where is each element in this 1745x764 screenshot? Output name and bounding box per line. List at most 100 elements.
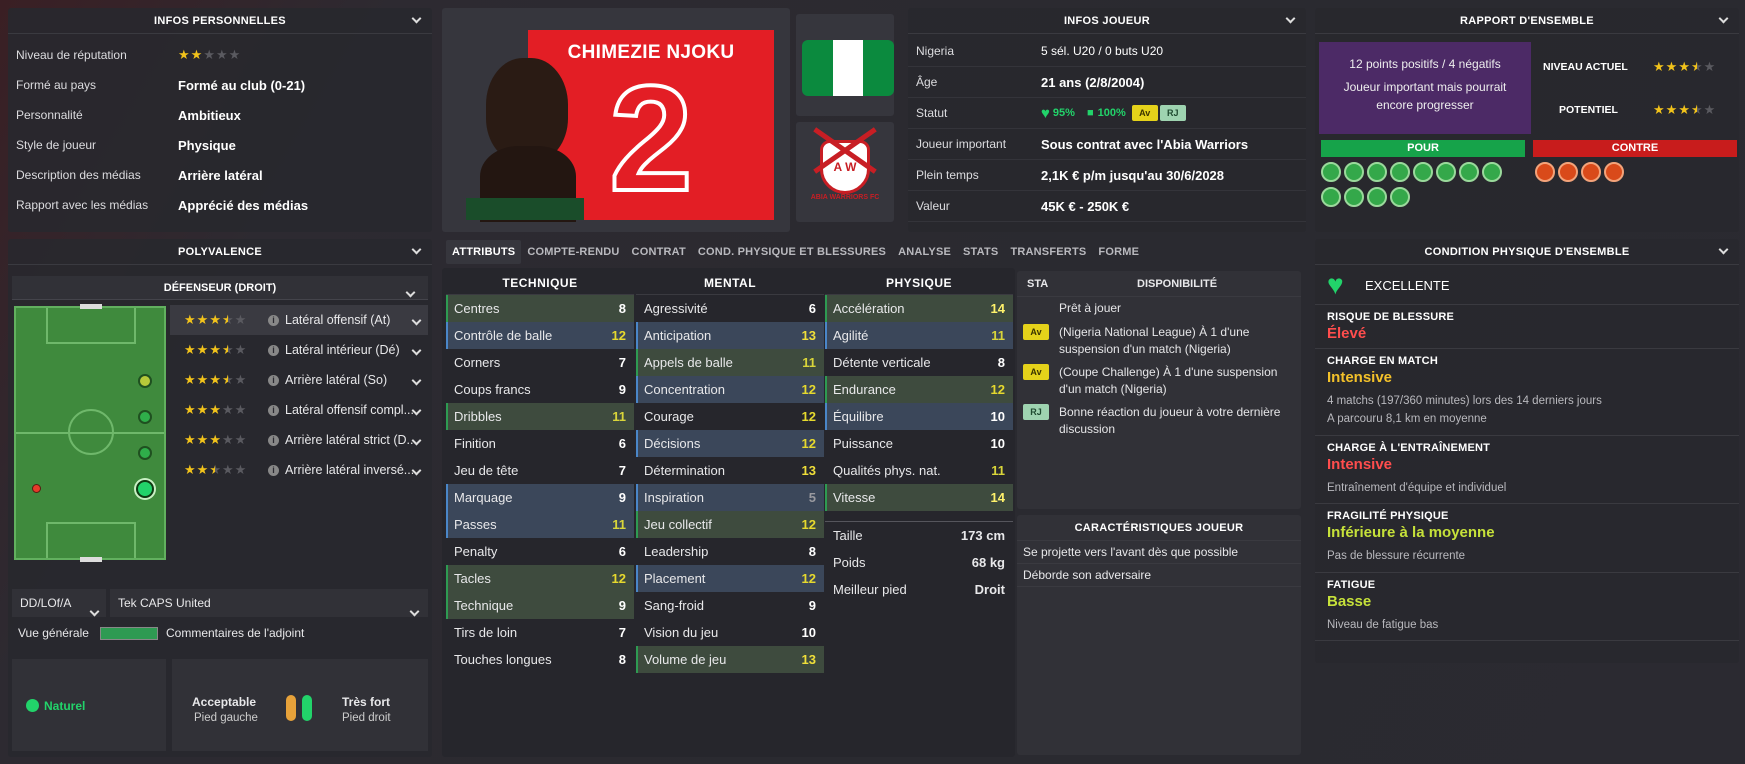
attribute-row[interactable]: Décisions 12 xyxy=(636,430,824,457)
attribute-row[interactable]: Vision du jeu 10 xyxy=(636,619,824,646)
attribute-row[interactable]: Leadership 8 xyxy=(636,538,824,565)
role-row[interactable]: ★ ★ ★ ★ ★ i Latéral intérieur (Dé) xyxy=(170,335,428,365)
info-icon[interactable]: i xyxy=(268,434,279,446)
assistant-comments-link[interactable]: Commentaires de l'adjoint xyxy=(166,626,304,640)
tab-5[interactable]: STATS xyxy=(957,240,1004,264)
strength-icon[interactable] xyxy=(1413,162,1433,182)
role-row[interactable]: ★ ★ ★ ★ ★ i Arrière latéral inversé... xyxy=(170,455,428,485)
star-icon: ★ xyxy=(196,312,209,327)
attribute-row[interactable]: Sang-froid 9 xyxy=(636,592,824,619)
weakness-icon[interactable] xyxy=(1558,162,1578,182)
personal-header[interactable]: INFOS PERSONNELLES xyxy=(8,8,432,34)
attribute-row[interactable]: Jeu de tête 7 xyxy=(446,457,634,484)
strength-icon[interactable] xyxy=(1344,187,1364,207)
attribute-row[interactable]: Centres 8 xyxy=(446,295,634,322)
attribute-row[interactable]: Corners 7 xyxy=(446,349,634,376)
strength-icon[interactable] xyxy=(1436,162,1456,182)
chevron-down-icon[interactable] xyxy=(1285,13,1296,25)
chevron-down-icon[interactable] xyxy=(411,343,422,357)
role-row[interactable]: ★ ★ ★ ★ ★ i Latéral offensif compl... xyxy=(170,395,428,425)
versatility-header[interactable]: POLYVALENCE xyxy=(8,239,432,265)
chevron-down-icon[interactable] xyxy=(405,281,416,305)
attribute-row[interactable]: Appels de balle 11 xyxy=(636,349,824,376)
attribute-row[interactable]: Penalty 6 xyxy=(446,538,634,565)
role-row[interactable]: ★ ★ ★ ★ ★ i Arrière latéral strict (D... xyxy=(170,425,428,455)
info-header[interactable]: INFOS JOUEUR xyxy=(908,8,1306,34)
attribute-row[interactable]: Jeu collectif 12 xyxy=(636,511,824,538)
attribute-row[interactable]: Accélération 14 xyxy=(825,295,1013,322)
chevron-down-icon[interactable] xyxy=(1718,13,1729,25)
attribute-row[interactable]: Anticipation 13 xyxy=(636,322,824,349)
strength-icon[interactable] xyxy=(1390,187,1410,207)
info-icon[interactable]: i xyxy=(268,404,279,416)
strength-icon[interactable] xyxy=(1321,162,1341,182)
attribute-row[interactable]: Endurance 12 xyxy=(825,376,1013,403)
strength-icon[interactable] xyxy=(1390,162,1410,182)
strength-icon[interactable] xyxy=(1482,162,1502,182)
attribute-row[interactable]: Passes 11 xyxy=(446,511,634,538)
tab-3[interactable]: COND. PHYSIQUE ET BLESSURES xyxy=(692,240,892,264)
role-select[interactable]: DD/LOf/A xyxy=(12,589,106,617)
tab-1[interactable]: COMPTE-RENDU xyxy=(521,240,625,264)
attribute-row[interactable]: Placement 12 xyxy=(636,565,824,592)
chevron-down-icon[interactable] xyxy=(89,597,100,625)
attribute-row[interactable]: Qualités phys. nat. 11 xyxy=(825,457,1013,484)
position-select[interactable]: DÉFENSEUR (DROIT) xyxy=(12,276,428,300)
condition-header[interactable]: CONDITION PHYSIQUE D'ENSEMBLE xyxy=(1315,239,1739,265)
attribute-row[interactable]: Concentration 12 xyxy=(636,376,824,403)
attribute-row[interactable]: Courage 12 xyxy=(636,403,824,430)
info-icon[interactable]: i xyxy=(268,374,279,386)
chevron-down-icon[interactable] xyxy=(411,433,422,447)
attribute-row[interactable]: Inspiration 5 xyxy=(636,484,824,511)
strength-icon[interactable] xyxy=(1367,187,1387,207)
strength-icon[interactable] xyxy=(1321,187,1341,207)
chevron-down-icon[interactable] xyxy=(411,313,422,327)
attribute-row[interactable]: Contrôle de balle 12 xyxy=(446,322,634,349)
attribute-row[interactable]: Volume de jeu 13 xyxy=(636,646,824,673)
attribute-row[interactable]: Équilibre 10 xyxy=(825,403,1013,430)
attribute-row[interactable]: Touches longues 8 xyxy=(446,646,634,673)
strength-icon[interactable] xyxy=(1459,162,1479,182)
overview-header[interactable]: RAPPORT D'ENSEMBLE xyxy=(1315,8,1739,34)
attribute-row[interactable]: Détermination 13 xyxy=(636,457,824,484)
info-icon[interactable]: i xyxy=(268,464,279,476)
tab-7[interactable]: FORME xyxy=(1092,240,1145,264)
role-row[interactable]: ★ ★ ★ ★ ★ i Latéral offensif (At) xyxy=(170,305,428,335)
chevron-down-icon[interactable] xyxy=(411,373,422,387)
attribute-row[interactable]: Agilité 11 xyxy=(825,322,1013,349)
staff-select[interactable]: Tek CAPS United xyxy=(110,589,428,617)
tab-0[interactable]: ATTRIBUTS xyxy=(446,240,522,264)
weakness-icon[interactable] xyxy=(1581,162,1601,182)
info-icon[interactable]: i xyxy=(268,314,279,326)
attribute-row[interactable]: Technique 9 xyxy=(446,592,634,619)
attribute-row[interactable]: Détente verticale 8 xyxy=(825,349,1013,376)
attribute-row[interactable]: Coups francs 9 xyxy=(446,376,634,403)
attribute-row[interactable]: Agressivité 6 xyxy=(636,295,824,322)
chevron-down-icon[interactable] xyxy=(411,13,422,25)
star-icon: ★ xyxy=(221,342,234,357)
tab-6[interactable]: TRANSFERTS xyxy=(1004,240,1092,264)
tab-2[interactable]: CONTRAT xyxy=(626,240,692,264)
role-row[interactable]: ★ ★ ★ ★ ★ i Arrière latéral (So) xyxy=(170,365,428,395)
attribute-row[interactable]: Tirs de loin 7 xyxy=(446,619,634,646)
attribute-value: 12 xyxy=(801,382,816,397)
attribute-row[interactable]: Dribbles 11 xyxy=(446,403,634,430)
attribute-row[interactable]: Tacles 12 xyxy=(446,565,634,592)
attribute-value: 11 xyxy=(612,409,626,424)
attribute-row[interactable]: Vitesse 14 xyxy=(825,484,1013,511)
tab-4[interactable]: ANALYSE xyxy=(892,240,957,264)
chevron-down-icon[interactable] xyxy=(411,244,422,256)
strength-icon[interactable] xyxy=(1344,162,1364,182)
chevron-down-icon[interactable] xyxy=(1718,244,1729,256)
chevron-down-icon[interactable] xyxy=(411,403,422,417)
weakness-icon[interactable] xyxy=(1604,162,1624,182)
weakness-icon[interactable] xyxy=(1535,162,1555,182)
attribute-row[interactable]: Puissance 10 xyxy=(825,430,1013,457)
attribute-row[interactable]: Finition 6 xyxy=(446,430,634,457)
attribute-value: 13 xyxy=(801,463,816,478)
strength-icon[interactable] xyxy=(1367,162,1387,182)
info-icon[interactable]: i xyxy=(268,344,279,356)
attribute-row[interactable]: Marquage 9 xyxy=(446,484,634,511)
chevron-down-icon[interactable] xyxy=(411,463,422,477)
chevron-down-icon[interactable] xyxy=(409,597,420,625)
